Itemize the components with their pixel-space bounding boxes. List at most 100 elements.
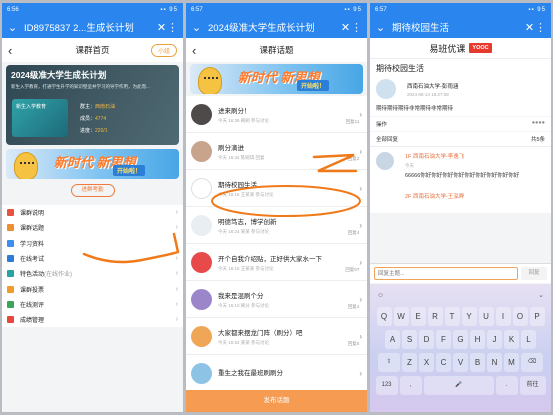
banner-go-label: 开始啦！ xyxy=(296,80,329,91)
close-icon[interactable]: ✕ xyxy=(524,21,535,34)
avatar[interactable] xyxy=(191,214,212,236)
chevron-right-icon: › xyxy=(359,331,362,341)
window-title: 2024级准大学生成长计划 xyxy=(208,23,315,34)
key[interactable]: M xyxy=(504,353,519,372)
more-icon[interactable]: ⋮ xyxy=(167,21,178,34)
backspace-key[interactable]: ⌫ xyxy=(521,353,543,372)
key-go[interactable]: 前往 xyxy=(519,376,546,395)
key[interactable]: N xyxy=(487,353,502,372)
menu-item[interactable]: 课群说明 › xyxy=(2,205,183,220)
topic-meta: 今天 16:16 王某某 参与讨论 xyxy=(218,191,274,197)
topic-row[interactable]: 进来刷分！ 今天 16:36 刷刷 参与讨论 回复11 › xyxy=(186,96,367,133)
action-icons[interactable]: ●●●● xyxy=(532,120,545,128)
key[interactable]: H xyxy=(470,330,485,349)
promo-banner[interactable]: 新时代 新思想 开始啦！ xyxy=(6,149,179,179)
chevron-right-icon: › xyxy=(359,368,362,378)
avatar[interactable] xyxy=(191,251,212,273)
avatar[interactable] xyxy=(191,288,212,310)
key-period[interactable]: . xyxy=(495,376,518,395)
back-arrow-icon[interactable]: ‹ xyxy=(8,43,12,58)
topic-title: 刷分滴进 xyxy=(218,144,244,152)
menu-item-icon xyxy=(7,239,14,247)
key[interactable]: Q xyxy=(376,307,392,326)
key[interactable]: S xyxy=(402,330,417,349)
key[interactable]: B xyxy=(470,353,485,372)
key[interactable]: O xyxy=(512,307,528,326)
key[interactable]: R xyxy=(427,307,443,326)
avatar[interactable] xyxy=(191,362,212,384)
topic-row[interactable]: 开个自我介绍贴，正好供大家水一下 今天 16:15 王某某 参与讨论 回复97 … xyxy=(186,244,367,281)
reply-send-button[interactable]: 回复 xyxy=(521,267,547,280)
key[interactable]: Y xyxy=(461,307,477,326)
key[interactable]: G xyxy=(453,330,468,349)
topic-row[interactable]: 重生之我在最班刷刷分 › xyxy=(186,355,367,392)
topic-row[interactable]: 明德笃志，博学创新 今天 16:24 某某 参与讨论 回复4 › xyxy=(186,207,367,244)
key[interactable]: K xyxy=(504,330,519,349)
key[interactable]: L xyxy=(521,330,536,349)
attendance-button[interactable]: 进群考勤 xyxy=(70,184,115,197)
menu-item-icon xyxy=(7,300,14,308)
page-title: 课群话题 xyxy=(259,45,294,55)
keyboard-collapse-icon[interactable]: ⌄ xyxy=(538,291,544,299)
menu-item[interactable]: 学习资料 › xyxy=(2,236,183,251)
shift-key[interactable]: ⇧ xyxy=(378,353,400,372)
more-icon[interactable]: ⋮ xyxy=(535,21,546,34)
topic-row[interactable]: 大家都来摆龙门阵（刷分）吧 今天 15:54 某某 参与讨论 回复5 › xyxy=(186,318,367,355)
topic-title: 我来是混刷个分 xyxy=(218,292,264,300)
key[interactable]: W xyxy=(393,307,409,326)
menu-item[interactable]: 在线测评 › xyxy=(2,297,183,312)
key[interactable]: E xyxy=(410,307,426,326)
window-title: 期待校园生活 xyxy=(392,23,450,34)
post-topic-button[interactable]: 发布话题 xyxy=(186,390,367,412)
key[interactable]: Z xyxy=(402,353,417,372)
screen-course-topics: 6:57 ▪▪ 95 ⌄ 2024级准大学生成长计划 ✕ ⋮ ‹ 课群话题 新时… xyxy=(186,3,367,412)
topic-title: 大家都来摆龙门阵（刷分）吧 xyxy=(218,329,303,337)
chevron-down-icon[interactable]: ⌄ xyxy=(7,21,18,34)
more-icon[interactable]: ⋮ xyxy=(351,21,362,34)
avatar[interactable] xyxy=(191,177,212,199)
close-icon[interactable]: ✕ xyxy=(156,21,167,34)
chevron-down-icon[interactable]: ⌄ xyxy=(191,21,202,34)
menu-item-label: 学习资料 xyxy=(20,241,45,248)
emoji-icon[interactable]: ☺ xyxy=(377,292,384,299)
reply-input[interactable] xyxy=(374,267,518,280)
group-button[interactable]: 小组 xyxy=(150,43,177,57)
progress-label: 进度： xyxy=(80,128,96,134)
menu-item[interactable]: 课群话题 › xyxy=(2,220,183,235)
key-123[interactable]: 123 xyxy=(375,376,398,395)
topic-row[interactable]: 我来是混刷个分 今天 16:10 刷分 参与讨论 回复4 › xyxy=(186,281,367,318)
key[interactable]: J xyxy=(487,330,502,349)
avatar[interactable] xyxy=(191,140,212,162)
key[interactable]: A xyxy=(385,330,400,349)
key[interactable]: U xyxy=(478,307,494,326)
back-arrow-icon[interactable]: ‹ xyxy=(192,43,196,58)
key-space[interactable]: 🎤 xyxy=(423,376,494,395)
key[interactable]: T xyxy=(444,307,460,326)
menu-item[interactable]: 特色活动 (在线作业) › xyxy=(2,266,183,281)
topic-row[interactable]: 期待校园生活 今天 16:16 王某某 参与讨论 › xyxy=(186,170,367,207)
key[interactable]: F xyxy=(436,330,451,349)
avatar[interactable] xyxy=(191,103,212,125)
avatar[interactable] xyxy=(376,79,396,99)
course-card[interactable]: 2024级准大学生成长计划 新生入学教育，打通学生升学的知识壁垒并学习的导学作用… xyxy=(6,65,179,145)
key[interactable]: C xyxy=(436,353,451,372)
page-header: ‹ 课群首页 小组 xyxy=(2,38,183,62)
key[interactable]: X xyxy=(419,353,434,372)
keyboard-row: QWERTYUIOP xyxy=(373,307,548,326)
close-icon[interactable]: ✕ xyxy=(340,21,351,34)
avatar[interactable] xyxy=(376,152,394,170)
menu-item[interactable]: 成绩管理 › xyxy=(2,312,183,327)
key[interactable]: I xyxy=(495,307,511,326)
key[interactable]: V xyxy=(453,353,468,372)
chevron-down-icon[interactable]: ⌄ xyxy=(375,21,386,34)
key[interactable]: D xyxy=(419,330,434,349)
menu-item[interactable]: 在线考试 › xyxy=(2,251,183,266)
owner-label: 群主： xyxy=(80,104,96,110)
key-comma[interactable]: , xyxy=(399,376,422,395)
menu-item[interactable]: 课群投票 › xyxy=(2,281,183,296)
promo-banner[interactable]: 新时代 新思想 开始啦！ xyxy=(190,64,363,94)
key[interactable]: P xyxy=(529,307,545,326)
topic-row[interactable]: 刷分滴进 今天 16:34 陈婉琪 回复 回复2 › xyxy=(186,133,367,170)
status-icons: ▪▪ 95 xyxy=(528,6,546,13)
avatar[interactable] xyxy=(191,325,212,347)
